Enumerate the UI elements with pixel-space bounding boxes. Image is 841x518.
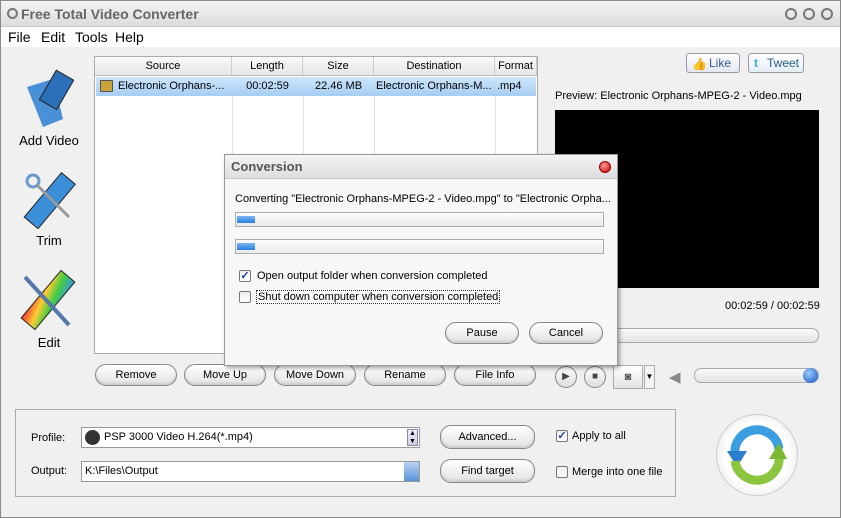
column-header-destination[interactable]: Destination bbox=[374, 57, 495, 76]
cell-length: 00:02:59 bbox=[246, 80, 289, 92]
apply-to-all-label: Apply to all bbox=[572, 430, 626, 442]
output-label: Output: bbox=[31, 465, 68, 477]
twitter-bird-icon: t bbox=[754, 56, 758, 70]
dialog-close-button[interactable] bbox=[599, 161, 611, 173]
close-button[interactable] bbox=[821, 8, 833, 20]
table-row[interactable]: Electronic Orphans-... 00:02:59 22.46 MB… bbox=[96, 77, 536, 96]
minimize-button[interactable] bbox=[785, 8, 797, 20]
column-header-size[interactable]: Size bbox=[303, 57, 374, 76]
find-target-button[interactable]: Find target bbox=[440, 459, 535, 483]
apply-to-all-checkbox[interactable]: ✓ bbox=[556, 430, 568, 442]
menu-help[interactable]: Help bbox=[115, 29, 144, 45]
menu-bar: File Edit Tools Help bbox=[1, 27, 840, 47]
total-progress-fill bbox=[237, 243, 256, 250]
output-settings-panel: Profile: PSP 3000 Video H.264(*.mp4) ▲ ▼ … bbox=[15, 409, 676, 497]
cell-destination: Electronic Orphans-M... bbox=[376, 80, 492, 92]
shutdown-checkbox[interactable] bbox=[239, 291, 251, 303]
add-video-label: Add Video bbox=[19, 133, 79, 148]
like-label: Like bbox=[709, 56, 732, 70]
brush-film-icon bbox=[20, 269, 76, 331]
output-path-value: K:\Files\Output bbox=[85, 465, 158, 477]
merge-checkbox[interactable] bbox=[556, 466, 568, 478]
open-folder-label: Open output folder when conversion compl… bbox=[257, 270, 488, 282]
column-header-length[interactable]: Length bbox=[232, 57, 303, 76]
menu-edit[interactable]: Edit bbox=[41, 29, 65, 45]
volume-knob[interactable] bbox=[803, 368, 818, 383]
file-progress-bar bbox=[235, 212, 604, 227]
thumbs-up-icon: 👍 bbox=[692, 57, 707, 71]
profile-value: PSP 3000 Video H.264(*.mp4) bbox=[104, 431, 253, 443]
speaker-icon[interactable]: ◀ bbox=[669, 368, 681, 386]
browse-folder-button[interactable] bbox=[404, 462, 419, 481]
maximize-button[interactable] bbox=[803, 8, 815, 20]
convert-button[interactable] bbox=[716, 414, 798, 496]
add-video-button[interactable]: Add Video bbox=[9, 69, 89, 149]
play-button[interactable]: ▶ bbox=[555, 366, 577, 388]
conversion-dialog: Conversion Converting "Electronic Orphan… bbox=[224, 154, 618, 366]
open-folder-checkbox[interactable]: ✓ bbox=[239, 270, 251, 282]
like-button[interactable]: 👍 Like bbox=[686, 53, 740, 73]
app-window: Free Total Video Converter File Edit Too… bbox=[0, 0, 841, 518]
add-video-icon bbox=[27, 69, 75, 127]
cell-size: 22.46 MB bbox=[314, 80, 363, 92]
spinner-icon[interactable]: ▲ ▼ bbox=[407, 429, 418, 446]
app-icon bbox=[7, 8, 18, 19]
profile-label: Profile: bbox=[31, 432, 66, 444]
file-progress-fill bbox=[237, 216, 256, 223]
column-header-source[interactable]: Source bbox=[95, 57, 232, 76]
stop-button[interactable]: ■ bbox=[584, 366, 606, 388]
cell-source: Electronic Orphans-... bbox=[118, 80, 225, 92]
total-progress-bar bbox=[235, 239, 604, 254]
volume-slider[interactable] bbox=[694, 368, 819, 383]
dialog-title-bar: Conversion bbox=[225, 155, 617, 179]
column-header-format[interactable]: Format bbox=[495, 57, 537, 76]
scissors-film-icon bbox=[23, 171, 77, 229]
dialog-title: Conversion bbox=[231, 159, 303, 174]
remove-button[interactable]: Remove bbox=[95, 364, 177, 386]
snapshot-dropdown[interactable]: ▼ bbox=[644, 365, 655, 389]
profile-select[interactable]: PSP 3000 Video H.264(*.mp4) ▲ ▼ bbox=[81, 427, 420, 448]
camera-icon: ◙ bbox=[624, 371, 632, 383]
cell-format: .mp4 bbox=[497, 80, 522, 92]
playback-time: 00:02:59 / 00:02:59 bbox=[725, 300, 820, 312]
snapshot-button[interactable]: ◙ bbox=[613, 365, 643, 389]
edit-label: Edit bbox=[37, 335, 61, 350]
file-info-button[interactable]: File Info bbox=[454, 364, 536, 386]
rename-button[interactable]: Rename bbox=[364, 364, 446, 386]
window-title: Free Total Video Converter bbox=[21, 6, 199, 22]
convert-arrows-icon bbox=[727, 425, 787, 485]
pause-button[interactable]: Pause bbox=[445, 322, 519, 344]
title-bar: Free Total Video Converter bbox=[1, 1, 840, 27]
move-down-button[interactable]: Move Down bbox=[274, 364, 356, 386]
conversion-message: Converting "Electronic Orphans-MPEG-2 - … bbox=[235, 193, 611, 205]
menu-tools[interactable]: Tools bbox=[75, 29, 108, 45]
psp-profile-icon bbox=[85, 430, 100, 445]
output-path-field[interactable]: K:\Files\Output bbox=[81, 461, 420, 482]
seek-slider[interactable] bbox=[601, 328, 819, 343]
preview-label: Preview: Electronic Orphans-MPEG-2 - Vid… bbox=[555, 90, 802, 102]
merge-label: Merge into one file bbox=[572, 466, 663, 478]
trim-button[interactable]: Trim bbox=[9, 171, 89, 251]
advanced-button[interactable]: Advanced... bbox=[440, 425, 535, 449]
tweet-button[interactable]: t Tweet bbox=[748, 53, 804, 73]
shutdown-label: Shut down computer when conversion compl… bbox=[256, 290, 501, 304]
video-file-icon bbox=[100, 80, 113, 92]
cancel-button[interactable]: Cancel bbox=[529, 322, 603, 344]
trim-label: Trim bbox=[36, 233, 62, 248]
tweet-label: Tweet bbox=[767, 56, 800, 70]
menu-file[interactable]: File bbox=[8, 29, 31, 45]
move-up-button[interactable]: Move Up bbox=[184, 364, 266, 386]
edit-button[interactable]: Edit bbox=[9, 269, 89, 350]
